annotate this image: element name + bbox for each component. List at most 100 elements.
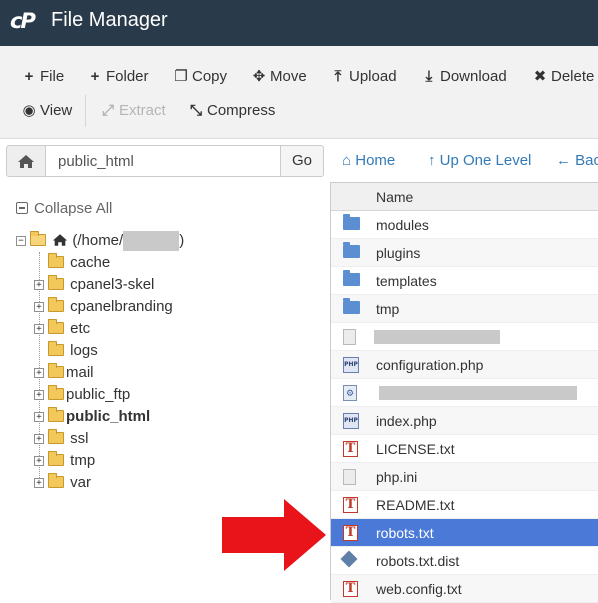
folder-icon (48, 429, 64, 444)
expand-node-icon: + (34, 478, 44, 488)
folder-icon (48, 385, 64, 400)
text-file-icon: T (343, 525, 358, 541)
file-row-plugins[interactable]: plugins (331, 239, 598, 267)
upload-label: Upload (349, 68, 397, 85)
text-file-icon: T (343, 441, 358, 457)
folder-icon (48, 253, 64, 268)
document-icon (343, 469, 356, 485)
toolbar: + File + Folder ❐ Copy ✥ Move ⤒ Upload ⤓ Downl… (0, 46, 598, 139)
folder-icon (48, 451, 64, 466)
eye-icon: ◉ (22, 102, 36, 119)
new-file-label: File (40, 68, 65, 85)
plus-icon: + (90, 68, 100, 85)
text-file-icon: T (343, 581, 358, 597)
file-name: templates (376, 273, 437, 289)
file-row-redacted[interactable]: ⚙ (331, 379, 598, 407)
file-row-redacted[interactable] (331, 323, 598, 351)
copy-button[interactable]: ❐ Copy (174, 66, 227, 88)
file-row-php-ini[interactable]: php.ini (331, 463, 598, 491)
file-row-tmp[interactable]: tmp (331, 295, 598, 323)
collapse-all-label: Collapse All (34, 200, 113, 217)
file-name: robots.txt (376, 525, 434, 541)
file-name: modules (376, 217, 429, 233)
delete-button[interactable]: ✖ Delete (533, 66, 595, 88)
file-row-index-php[interactable]: PHP index.php (331, 407, 598, 435)
open-folder-icon (30, 231, 46, 246)
new-file-button[interactable]: + File (22, 66, 65, 88)
collapse-icon (16, 202, 28, 214)
tree-item-logs[interactable]: logs (48, 340, 98, 362)
tree-item-label: public_html (66, 408, 151, 425)
extract-label: Extract (119, 102, 166, 119)
folder-icon (343, 214, 360, 230)
file-row-configuration-php[interactable]: PHP configuration.php (331, 351, 598, 379)
delete-icon: ✖ (533, 68, 547, 85)
file-name: README.txt (376, 497, 455, 513)
home-path-button[interactable] (6, 145, 46, 177)
tree-item-label: var (70, 474, 92, 491)
file-row-modules[interactable]: modules (331, 211, 598, 239)
upload-button[interactable]: ⤒ Upload (331, 66, 397, 88)
move-button[interactable]: ✥ Move (252, 66, 307, 88)
expand-node-icon: + (34, 280, 44, 290)
extract-button[interactable]: ⤢ Extract (101, 100, 166, 122)
file-row-license-txt[interactable]: T LICENSE.txt (331, 435, 598, 463)
go-button[interactable]: Go (280, 145, 324, 177)
file-row-robots-txt[interactable]: T robots.txt (331, 519, 598, 547)
copy-icon: ❐ (174, 68, 188, 85)
tree-item-label: logs (70, 342, 98, 359)
file-name: index.php (376, 413, 437, 429)
move-label: Move (270, 68, 307, 85)
folder-icon (48, 275, 64, 290)
redacted-filename (379, 386, 577, 400)
download-button[interactable]: ⤓ Download (422, 66, 507, 88)
view-button[interactable]: ◉ View (22, 100, 72, 122)
new-folder-button[interactable]: + Folder (88, 66, 149, 88)
home-link[interactable]: ⌂ Home (342, 152, 395, 169)
toolbar-divider (85, 95, 86, 127)
app-header: cP File Manager (0, 0, 598, 46)
folder-icon (343, 298, 360, 314)
compress-icon: ⤡ (189, 102, 202, 119)
php-file-icon: ⚙ (343, 385, 357, 401)
arrow-up-icon: ↑ (428, 152, 436, 169)
up-one-level-label: Up One Level (439, 152, 532, 169)
php-file-icon: PHP (343, 413, 359, 429)
back-link[interactable]: ← Back (556, 152, 598, 169)
file-name: configuration.php (376, 357, 484, 373)
php-file-icon: PHP (343, 357, 359, 373)
folder-icon (48, 341, 64, 356)
home-icon (18, 154, 34, 168)
expand-node-icon: + (34, 390, 44, 400)
file-name: LICENSE.txt (376, 441, 455, 457)
new-folder-label: Folder (106, 68, 149, 85)
path-input[interactable] (45, 145, 281, 177)
tree-item-label: cpanelbranding (70, 298, 173, 315)
file-row-web-config-txt[interactable]: T web.config.txt (331, 575, 598, 603)
compress-label: Compress (207, 102, 276, 119)
up-one-level-link[interactable]: ↑ Up One Level (428, 152, 531, 169)
name-column-label: Name (376, 189, 414, 205)
file-row-robots-txt-dist[interactable]: robots.txt.dist (331, 547, 598, 575)
document-icon (343, 329, 356, 345)
tree-item-cache[interactable]: cache (48, 252, 110, 274)
file-name: robots.txt.dist (376, 553, 460, 569)
tree-root-label: (/home/ (72, 232, 124, 249)
expand-node-icon: + (34, 434, 44, 444)
file-row-readme-txt[interactable]: T README.txt (331, 491, 598, 519)
plus-icon: + (24, 68, 34, 85)
file-name: web.config.txt (376, 581, 462, 597)
tree-item-label: etc (70, 320, 91, 337)
compress-button[interactable]: ⤡ Compress (189, 100, 275, 122)
collapse-node-icon: − (16, 236, 26, 246)
delete-label: Delete (551, 68, 595, 85)
redacted-filename (374, 330, 500, 344)
file-list: Name modules plugins templates tmp PHP c… (330, 182, 598, 603)
name-column-header[interactable]: Name (331, 183, 598, 211)
file-row-templates[interactable]: templates (331, 267, 598, 295)
upload-icon: ⤒ (334, 68, 342, 85)
tree-item-label: ssl (70, 430, 89, 447)
collapse-all-button[interactable]: Collapse All (16, 200, 112, 217)
folder-icon (343, 242, 360, 258)
expand-node-icon: + (34, 456, 44, 466)
